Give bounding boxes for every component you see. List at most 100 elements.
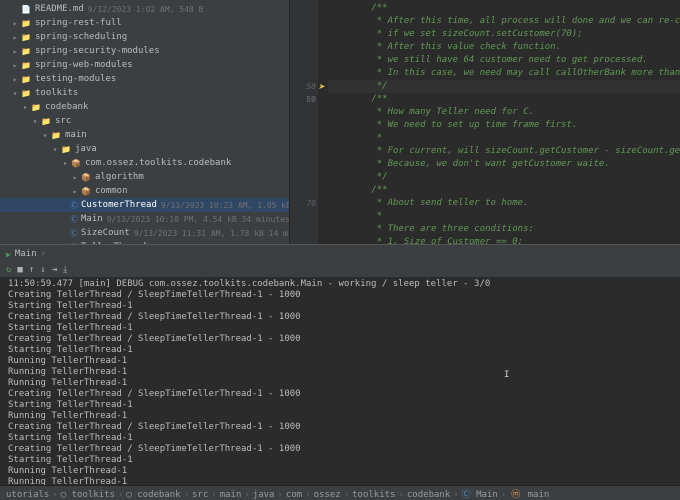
expand-arrow-icon[interactable]: ▸	[70, 173, 80, 182]
tree-item-label: com.ossez.toolkits.codebank	[85, 158, 231, 168]
console-output[interactable]: 11:50:59.477 [main] DEBUG com.ossez.tool…	[0, 277, 680, 485]
console-line: Running TellerThread-1	[8, 411, 672, 422]
chevron-right-icon: ›	[184, 490, 189, 500]
expand-arrow-icon[interactable]: ▸	[10, 19, 20, 28]
chevron-right-icon: ›	[344, 490, 349, 500]
expand-arrow-icon[interactable]: ▾	[20, 103, 30, 112]
line-number: 58	[290, 80, 316, 93]
breadcrumb-segment[interactable]: com	[286, 490, 302, 500]
tree-item-main[interactable]: ⒸMain9/13/2023 10:10 PM, 4.54 kB 34 minu…	[0, 212, 289, 226]
tree-item-meta: 9/12/2023 1:02 AM, 548 B	[88, 5, 204, 14]
soft-wrap-button[interactable]: ⇥	[52, 265, 57, 275]
tree-item-spring-scheduling[interactable]: ▸📁spring-scheduling	[0, 30, 289, 44]
pkg-icon: 📦	[70, 158, 82, 168]
tree-item-codebank[interactable]: ▾📁codebank	[0, 100, 289, 114]
tree-item-testing-modules[interactable]: ▸📁testing-modules	[0, 72, 289, 86]
java-icon: Ⓒ	[70, 214, 78, 224]
expand-arrow-icon[interactable]: ▾	[30, 117, 40, 126]
folder-icon: 📁	[20, 18, 32, 28]
breadcrumb-bar[interactable]: utorials›◯ toolkits›◯ codebank›src›main›…	[0, 485, 680, 500]
breadcrumb-segment[interactable]: utorials	[6, 490, 49, 500]
tree-item-label: common	[95, 186, 128, 196]
tree-item-com-ossez-toolkits-codebank[interactable]: ▾📦com.ossez.toolkits.codebank	[0, 156, 289, 170]
tree-item-meta: 9/13/2023 10:23 AM, 1.05 kB Today 10:45 …	[161, 201, 290, 210]
stop-button[interactable]: ■	[17, 265, 22, 275]
code-text: */	[328, 172, 388, 182]
expand-arrow-icon[interactable]: ▸	[10, 47, 20, 56]
chevron-right-icon: ›	[41, 249, 46, 259]
folder-icon: 📁	[30, 102, 42, 112]
tree-item-algorithm[interactable]: ▸📦algorithm	[0, 170, 289, 184]
code-text: * After this time, all process will done…	[328, 16, 680, 26]
code-editor[interactable]: /** * After this time, all process will …	[290, 0, 680, 244]
expand-arrow-icon[interactable]: ▸	[10, 75, 20, 84]
code-text: * After this value check function.	[328, 42, 561, 52]
rerun-button[interactable]: ↻	[6, 265, 11, 275]
breadcrumb-segment[interactable]: toolkits	[352, 490, 395, 500]
tree-item-readme-md[interactable]: 📄README.md9/12/2023 1:02 AM, 548 B	[0, 2, 289, 16]
tree-item-spring-web-modules[interactable]: ▸📁spring-web-modules	[0, 58, 289, 72]
folder-icon: 📁	[20, 46, 32, 56]
project-tree[interactable]: 📄README.md9/12/2023 1:02 AM, 548 B▸📁spri…	[0, 0, 290, 244]
tree-item-common[interactable]: ▸📦common	[0, 184, 289, 198]
code-text: */	[328, 81, 388, 91]
down-button[interactable]: ↓	[40, 265, 45, 275]
tree-item-spring-security-modules[interactable]: ▸📁spring-security-modules	[0, 44, 289, 58]
breadcrumb-method[interactable]: main	[522, 490, 549, 500]
tree-item-sizecount[interactable]: ⒸSizeCount9/13/2023 11:31 AM, 1.78 kB 14…	[0, 226, 289, 240]
console-line: Starting TellerThread-1	[8, 455, 672, 466]
expand-arrow-icon[interactable]: ▸	[10, 61, 20, 70]
code-text: * We need to set up time frame first.	[328, 120, 577, 130]
breadcrumb-segment[interactable]: src	[192, 490, 208, 500]
code-text: /**	[328, 185, 388, 195]
folder-icon: 📁	[50, 130, 62, 140]
tree-item-label: spring-security-modules	[35, 46, 160, 56]
chevron-right-icon: ›	[398, 490, 403, 500]
breadcrumb-segment[interactable]: ◯ codebank	[126, 490, 180, 500]
code-text: * we still have 64 customer need to get …	[328, 55, 648, 65]
up-button[interactable]: ↑	[29, 265, 34, 275]
tree-item-label: toolkits	[35, 88, 78, 98]
breadcrumb-segment[interactable]: ossez	[314, 490, 341, 500]
tree-item-main[interactable]: ▾📁main	[0, 128, 289, 142]
pkg-icon: 📦	[80, 186, 92, 196]
breakpoint-hit-icon[interactable]: ➤	[318, 80, 328, 93]
breadcrumb-segment[interactable]: ◯ toolkits	[61, 490, 115, 500]
tree-item-src[interactable]: ▾📁src	[0, 114, 289, 128]
tree-item-spring-rest-full[interactable]: ▸📁spring-rest-full	[0, 16, 289, 30]
class-icon: Ⓒ	[462, 490, 471, 500]
console-line: Running TellerThread-1	[8, 466, 672, 477]
code-text: /**	[328, 94, 388, 104]
chevron-right-icon: ›	[118, 490, 123, 500]
method-icon: ⓜ	[511, 490, 520, 500]
chevron-right-icon: ›	[211, 490, 216, 500]
tree-item-customerthread[interactable]: ⒸCustomerThread9/13/2023 10:23 AM, 1.05 …	[0, 198, 289, 212]
breadcrumb-segment[interactable]: main	[220, 490, 242, 500]
console-line: Running TellerThread-1	[8, 477, 672, 485]
breadcrumb-class[interactable]: Main	[471, 490, 498, 500]
tree-item-toolkits[interactable]: ▾📁toolkits	[0, 86, 289, 100]
tree-item-label: Main	[81, 214, 103, 224]
breadcrumb-segment[interactable]: codebank	[407, 490, 450, 500]
tree-item-label: algorithm	[95, 172, 144, 182]
code-text: *	[328, 133, 382, 143]
run-icon: ▶	[6, 250, 11, 259]
scroll-end-button[interactable]: ⤓	[63, 265, 67, 275]
expand-arrow-icon[interactable]: ▾	[40, 131, 50, 140]
tree-item-meta: 9/13/2023 11:31 AM, 1.78 kB 14 minutes a…	[134, 229, 290, 238]
code-text: * 1. Size of Customer == 0;	[328, 237, 523, 244]
tree-item-java[interactable]: ▾📁java	[0, 142, 289, 156]
code-text: * How many Teller need for C.	[328, 107, 534, 117]
chevron-right-icon: ›	[52, 490, 57, 500]
expand-arrow-icon[interactable]: ▾	[60, 159, 70, 168]
expand-arrow-icon[interactable]: ▾	[10, 89, 20, 98]
console-line: Starting TellerThread-1	[8, 345, 672, 356]
console-line: Starting TellerThread-1	[8, 323, 672, 334]
line-number: 70	[290, 197, 316, 210]
expand-arrow-icon[interactable]: ▸	[10, 33, 20, 42]
run-tab-bar[interactable]: ▶ Main ›	[0, 245, 680, 263]
expand-arrow-icon[interactable]: ▾	[50, 145, 60, 154]
breadcrumb-segment[interactable]: java	[253, 490, 275, 500]
run-config-name[interactable]: Main	[15, 249, 37, 259]
expand-arrow-icon[interactable]: ▸	[70, 187, 80, 196]
